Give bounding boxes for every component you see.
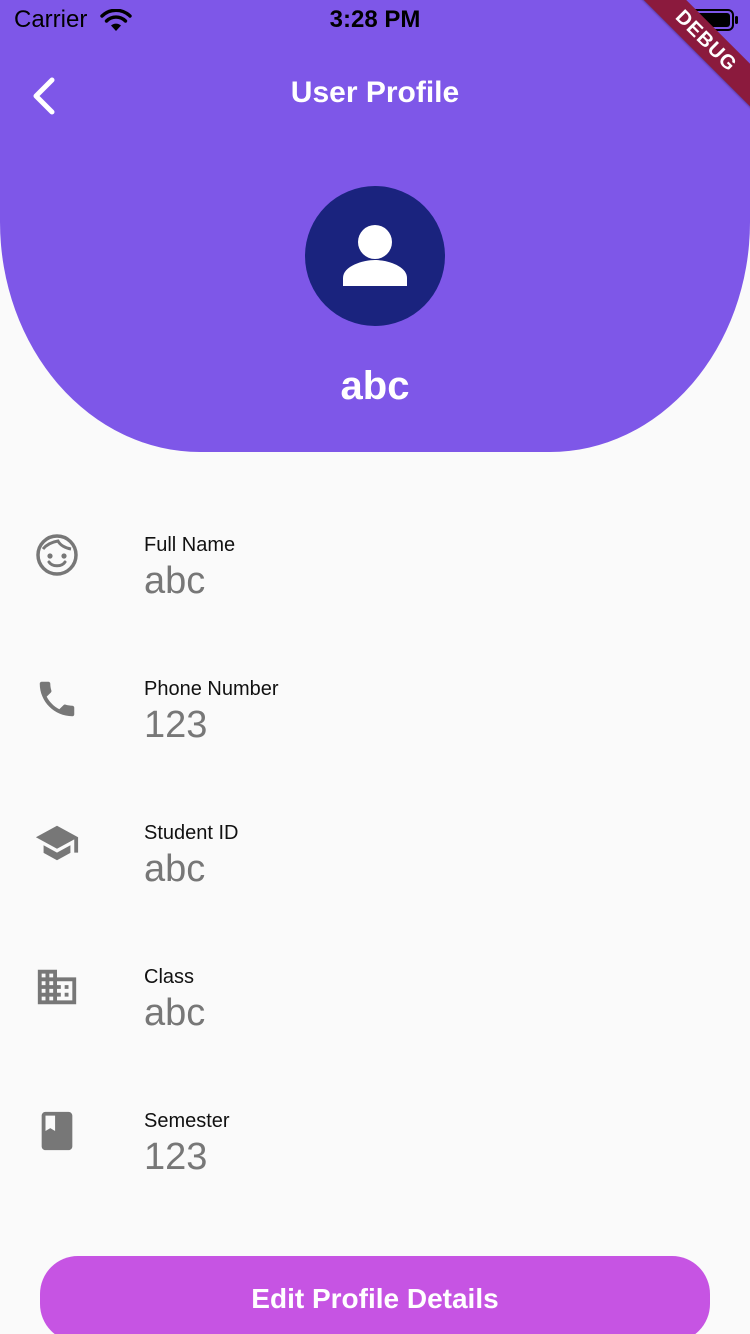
field-label: Class <box>144 966 195 988</box>
field-value: abc <box>144 992 206 1034</box>
field-value: 123 <box>144 704 208 746</box>
book-icon <box>34 1108 80 1154</box>
phone-icon <box>34 676 80 722</box>
field-label: Semester <box>144 1110 230 1132</box>
field-phone-number: Phone Number 123 <box>0 676 750 776</box>
field-label: Full Name <box>144 534 236 556</box>
school-icon <box>34 820 80 866</box>
field-label: Student ID <box>144 822 239 844</box>
field-label: Phone Number <box>144 678 279 700</box>
field-student-id: Student ID abc <box>0 820 750 920</box>
field-full-name: Full Name abc <box>0 532 750 632</box>
field-value: abc <box>144 560 206 602</box>
page-title: User Profile <box>290 76 460 109</box>
status-time: 3:28 PM <box>329 6 421 33</box>
field-value: abc <box>144 848 206 890</box>
field-value: 123 <box>144 1136 208 1178</box>
face-icon <box>34 532 80 578</box>
avatar <box>305 186 445 326</box>
profile-name: abc <box>340 364 410 408</box>
field-semester: Semester 123 <box>0 1108 750 1208</box>
field-class: Class abc <box>0 964 750 1064</box>
building-icon <box>34 964 80 1010</box>
status-bar: Carrier 3:28 PM <box>0 0 750 40</box>
profile-screen: Carrier 3:28 PM DEBUG User Profile abc F… <box>0 0 750 1334</box>
edit-profile-button[interactable]: Edit Profile Details <box>40 1256 710 1334</box>
person-icon <box>343 225 407 286</box>
